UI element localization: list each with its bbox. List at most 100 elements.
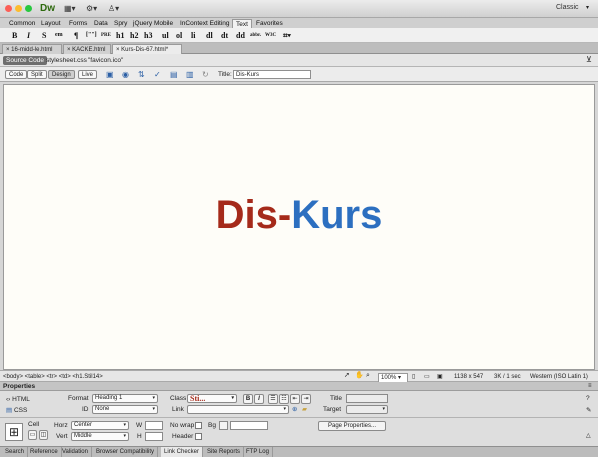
visual-aids-icon[interactable]: ▤ <box>170 70 178 79</box>
outdent-icon[interactable]: ⇤ <box>290 394 300 404</box>
select-tool-icon[interactable]: ➚ <box>344 372 350 380</box>
merge-cells-icon[interactable]: ▭ <box>28 430 37 440</box>
chevron-down-icon[interactable]: ▾ <box>586 4 589 11</box>
tab-browser-compatibility[interactable]: Browser Compatibility <box>93 447 159 457</box>
dt-button[interactable]: dt <box>221 30 228 41</box>
ul-button[interactable]: ul <box>162 30 169 41</box>
quick-tag-editor-icon[interactable]: ✎ <box>586 406 591 415</box>
user-icon[interactable]: ♙▾ <box>108 4 119 13</box>
doc-tab-active[interactable]: × Kurs-Dis-67.html* <box>112 44 182 54</box>
tab-data[interactable]: Data <box>91 19 111 28</box>
title-input[interactable]: Dis-Kurs <box>233 70 311 79</box>
phone-size-icon[interactable]: ▯ <box>412 373 415 381</box>
tab-ftp-log[interactable]: FTP Log <box>243 447 273 457</box>
unordered-list-icon[interactable]: ☰ <box>268 394 278 404</box>
minimize-window-button[interactable] <box>15 5 22 12</box>
horz-select[interactable]: Center ▾ <box>71 421 129 430</box>
refresh-icon[interactable]: ↻ <box>202 70 209 79</box>
title-prop-input[interactable] <box>346 394 388 403</box>
properties-header[interactable]: Properties <box>0 382 598 391</box>
abbr-button[interactable]: abbr. <box>250 30 261 41</box>
related-file-ico[interactable]: "favicon.ico" <box>88 56 123 65</box>
split-cell-icon[interactable]: ◫ <box>39 430 48 440</box>
bold-button[interactable]: B <box>12 30 17 41</box>
page-heading[interactable]: Dis-Kurs <box>4 191 594 239</box>
strong-button[interactable]: S <box>42 30 46 41</box>
em-button[interactable]: em <box>55 30 63 41</box>
check-browser-icon[interactable]: ✓ <box>154 70 161 79</box>
tab-site-reports[interactable]: Site Reports <box>204 447 245 457</box>
tab-spry[interactable]: Spry <box>111 19 130 28</box>
italic-prop-button[interactable]: I <box>254 394 264 404</box>
doc-tab[interactable]: × KACKE.html <box>63 44 111 54</box>
characters-icon[interactable]: ⌗▾ <box>283 30 291 41</box>
desktop-size-icon[interactable]: ▣ <box>437 373 443 381</box>
zoom-tool-icon[interactable]: ⌕ <box>366 372 370 380</box>
split-view-button[interactable]: Split <box>27 70 47 79</box>
tab-incontext-editing[interactable]: InContext Editing <box>177 19 233 28</box>
li-button[interactable]: li <box>191 30 195 41</box>
vert-select[interactable]: Middle ▾ <box>71 432 129 441</box>
tab-common[interactable]: Common <box>6 19 38 28</box>
bold-prop-button[interactable]: B <box>243 394 253 404</box>
zoom-window-button[interactable] <box>25 5 32 12</box>
html-mode-button[interactable]: ‹› HTML <box>6 395 30 404</box>
collapse-icon[interactable]: △ <box>586 432 591 441</box>
h3-button[interactable]: h3 <box>144 30 152 41</box>
tab-text[interactable]: Text <box>232 19 252 28</box>
class-select[interactable]: Sti... ▾ <box>187 394 237 403</box>
tab-favorites[interactable]: Favorites <box>253 19 286 28</box>
indent-icon[interactable]: ⇥ <box>301 394 311 404</box>
tab-forms[interactable]: Forms <box>66 19 90 28</box>
tag-selector[interactable]: <body> <table> <tr> <td> <h1.Stil14> <box>3 373 103 381</box>
h2-button[interactable]: h2 <box>130 30 138 41</box>
code-view-button[interactable]: Code <box>5 70 28 79</box>
id-select[interactable]: None ▾ <box>92 405 158 414</box>
dd-button[interactable]: dd <box>236 30 245 41</box>
tab-jquery-mobile[interactable]: jQuery Mobile <box>130 19 176 28</box>
bg-color-input[interactable] <box>230 421 268 430</box>
tab-search[interactable]: Search <box>2 447 29 457</box>
help-icon[interactable]: ? <box>586 394 590 403</box>
target-select[interactable]: ▾ <box>346 405 388 414</box>
multiscreen-icon[interactable]: ▣ <box>106 70 114 79</box>
panel-menu-icon[interactable]: ≡ <box>588 383 592 389</box>
doc-tab[interactable]: × 16-midd-le.html <box>2 44 62 54</box>
acronym-button[interactable]: W3C <box>265 30 276 41</box>
file-management-icon[interactable]: ⇅ <box>138 70 145 79</box>
tab-layout[interactable]: Layout <box>38 19 64 28</box>
blockquote-button[interactable]: [""] <box>86 30 97 41</box>
format-select[interactable]: Heading 1 ▾ <box>92 394 158 403</box>
link-input[interactable]: ▾ <box>187 405 289 414</box>
nowrap-checkbox[interactable] <box>195 422 202 429</box>
header-checkbox[interactable] <box>195 433 202 440</box>
preview-browser-icon[interactable]: ◉ <box>122 70 129 79</box>
page-properties-button[interactable]: Page Properties... <box>318 421 386 431</box>
pre-button[interactable]: PRE <box>101 30 111 41</box>
dl-button[interactable]: dl <box>206 30 213 41</box>
layout-icon[interactable]: ▦▾ <box>64 4 76 13</box>
window-size[interactable]: 1138 x 547 <box>454 373 483 381</box>
bg-color-swatch[interactable] <box>219 421 228 430</box>
tab-link-checker[interactable]: Link Checker <box>161 447 204 457</box>
workspace-switcher[interactable]: Classic <box>556 4 579 11</box>
source-code-button[interactable]: Source Code <box>3 56 47 65</box>
filter-icon[interactable]: ⊻ <box>586 55 592 64</box>
design-view-button[interactable]: Design <box>48 70 75 79</box>
css-mode-button[interactable]: ▤ CSS <box>6 406 27 415</box>
close-window-button[interactable] <box>5 5 12 12</box>
related-file-css[interactable]: stylesheet.css <box>46 56 87 65</box>
ol-button[interactable]: ol <box>176 30 182 41</box>
tab-reference[interactable]: Reference <box>27 447 62 457</box>
tab-validation[interactable]: Validation <box>59 447 92 457</box>
point-to-file-icon[interactable]: ⊕ <box>292 405 297 414</box>
gear-icon[interactable]: ⚙▾ <box>86 4 97 13</box>
width-input[interactable] <box>145 421 163 430</box>
italic-button[interactable]: I <box>27 30 30 41</box>
h1-button[interactable]: h1 <box>116 30 124 41</box>
tablet-size-icon[interactable]: ▭ <box>424 373 430 381</box>
browse-folder-icon[interactable]: ▰ <box>302 405 307 414</box>
view-options-icon[interactable]: ▥ <box>186 70 194 79</box>
paragraph-button[interactable]: ¶ <box>74 30 78 41</box>
live-view-button[interactable]: Live <box>78 70 98 79</box>
